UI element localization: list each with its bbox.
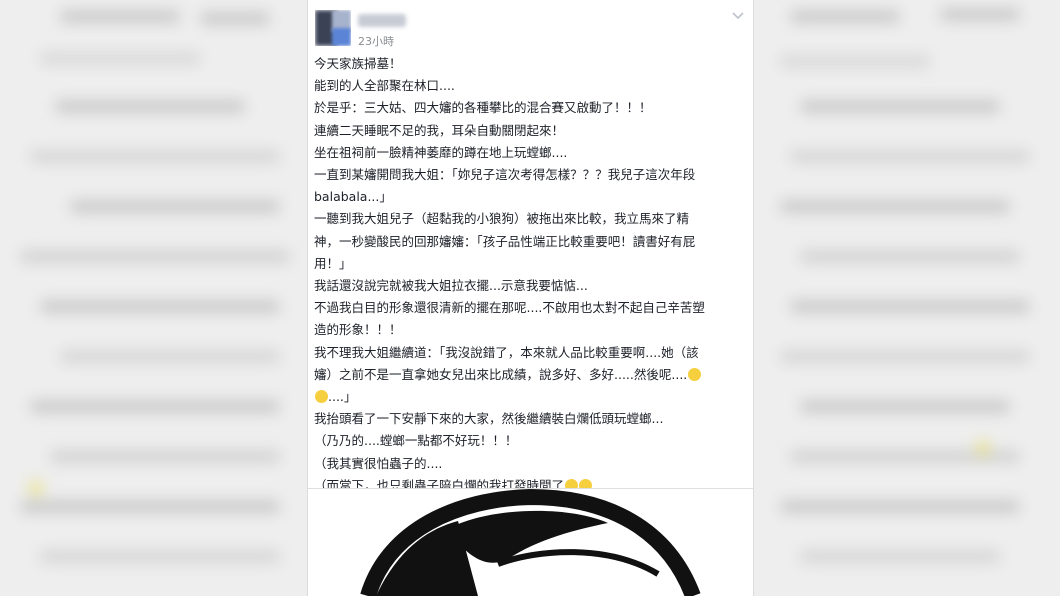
post-image[interactable] bbox=[308, 489, 753, 596]
post-line: balabala...」 bbox=[314, 189, 392, 205]
post-line: 坐在祖祠前一臉精神萎靡的蹲在地上玩螳螂.... bbox=[314, 144, 568, 160]
post-line: 神，一秒變酸民的回那嬸嬸：「孩子品性端正比較重要吧！讀書好有屁 bbox=[314, 233, 696, 249]
post-line: 能到的人全部聚在林口.... bbox=[314, 78, 455, 94]
post-line: 我不理我大姐繼續道：「我沒說錯了，本來就人品比較重要啊....她（該 bbox=[314, 344, 699, 360]
post-line: 一直到某嬸開問我大姐：「妳兒子這次考得怎樣？？？我兒子這次年段 bbox=[314, 167, 696, 183]
post-line: 連續二天睡眠不足的我，耳朵自動關閉起來！ bbox=[314, 122, 565, 138]
post-line: 造的形象！！！ bbox=[314, 322, 402, 338]
chevron-down-icon[interactable] bbox=[729, 6, 747, 24]
post-line-text: 嬸）之前不是一直拿她女兒出來比成績，說多好、多好.....然後呢.... bbox=[314, 366, 688, 382]
post-line: 我抬頭看了一下安靜下來的大家，然後繼續裝白爛低頭玩螳螂... bbox=[314, 411, 664, 427]
post-timestamp[interactable]: 23小時 bbox=[358, 33, 394, 49]
post-line: 不過我白目的形象還很清新的擺在那呢....不啟用也太對不起自己辛苦塑 bbox=[314, 300, 705, 316]
post-line-text: ....」 bbox=[328, 389, 357, 405]
post-line: 今天家族掃墓！ bbox=[314, 56, 402, 71]
post-card: 23小時 今天家族掃墓！ 能到的人全部聚在林口.... 於是乎：三大姑、四大嬸的… bbox=[307, 0, 754, 596]
eye-roll-emoji bbox=[315, 390, 328, 404]
post-line-with-emoji: 嬸）之前不是一直拿她女兒出來比成績，說多好、多好.....然後呢.... bbox=[314, 364, 744, 386]
author-name-blurred[interactable] bbox=[358, 14, 406, 27]
eye-roll-emoji bbox=[688, 367, 702, 381]
post-line: （我其實很怕蟲子的.... bbox=[314, 455, 443, 471]
post-header: 23小時 bbox=[308, 0, 753, 54]
post-line: （乃乃的....螳螂一點都不好玩！！！ bbox=[314, 433, 518, 449]
post-line: 我話還沒說完就被我大姐拉衣擺...示意我要惦惦... bbox=[314, 278, 588, 294]
post-line: 一聽到我大姐兒子（超黏我的小狼狗）被拖出來比較，我立馬來了精 bbox=[314, 211, 690, 227]
post-body: 今天家族掃墓！ 能到的人全部聚在林口.... 於是乎：三大姑、四大嬸的各種攀比的… bbox=[314, 53, 744, 497]
post-line-with-emoji: ....」 bbox=[314, 386, 744, 408]
post-line: 用！」 bbox=[314, 255, 352, 271]
avatar[interactable] bbox=[315, 10, 351, 46]
cartoon-girl-illustration bbox=[360, 489, 701, 596]
post-line: 於是乎：三大姑、四大嬸的各種攀比的混合賽又啟動了！！！ bbox=[314, 100, 652, 116]
